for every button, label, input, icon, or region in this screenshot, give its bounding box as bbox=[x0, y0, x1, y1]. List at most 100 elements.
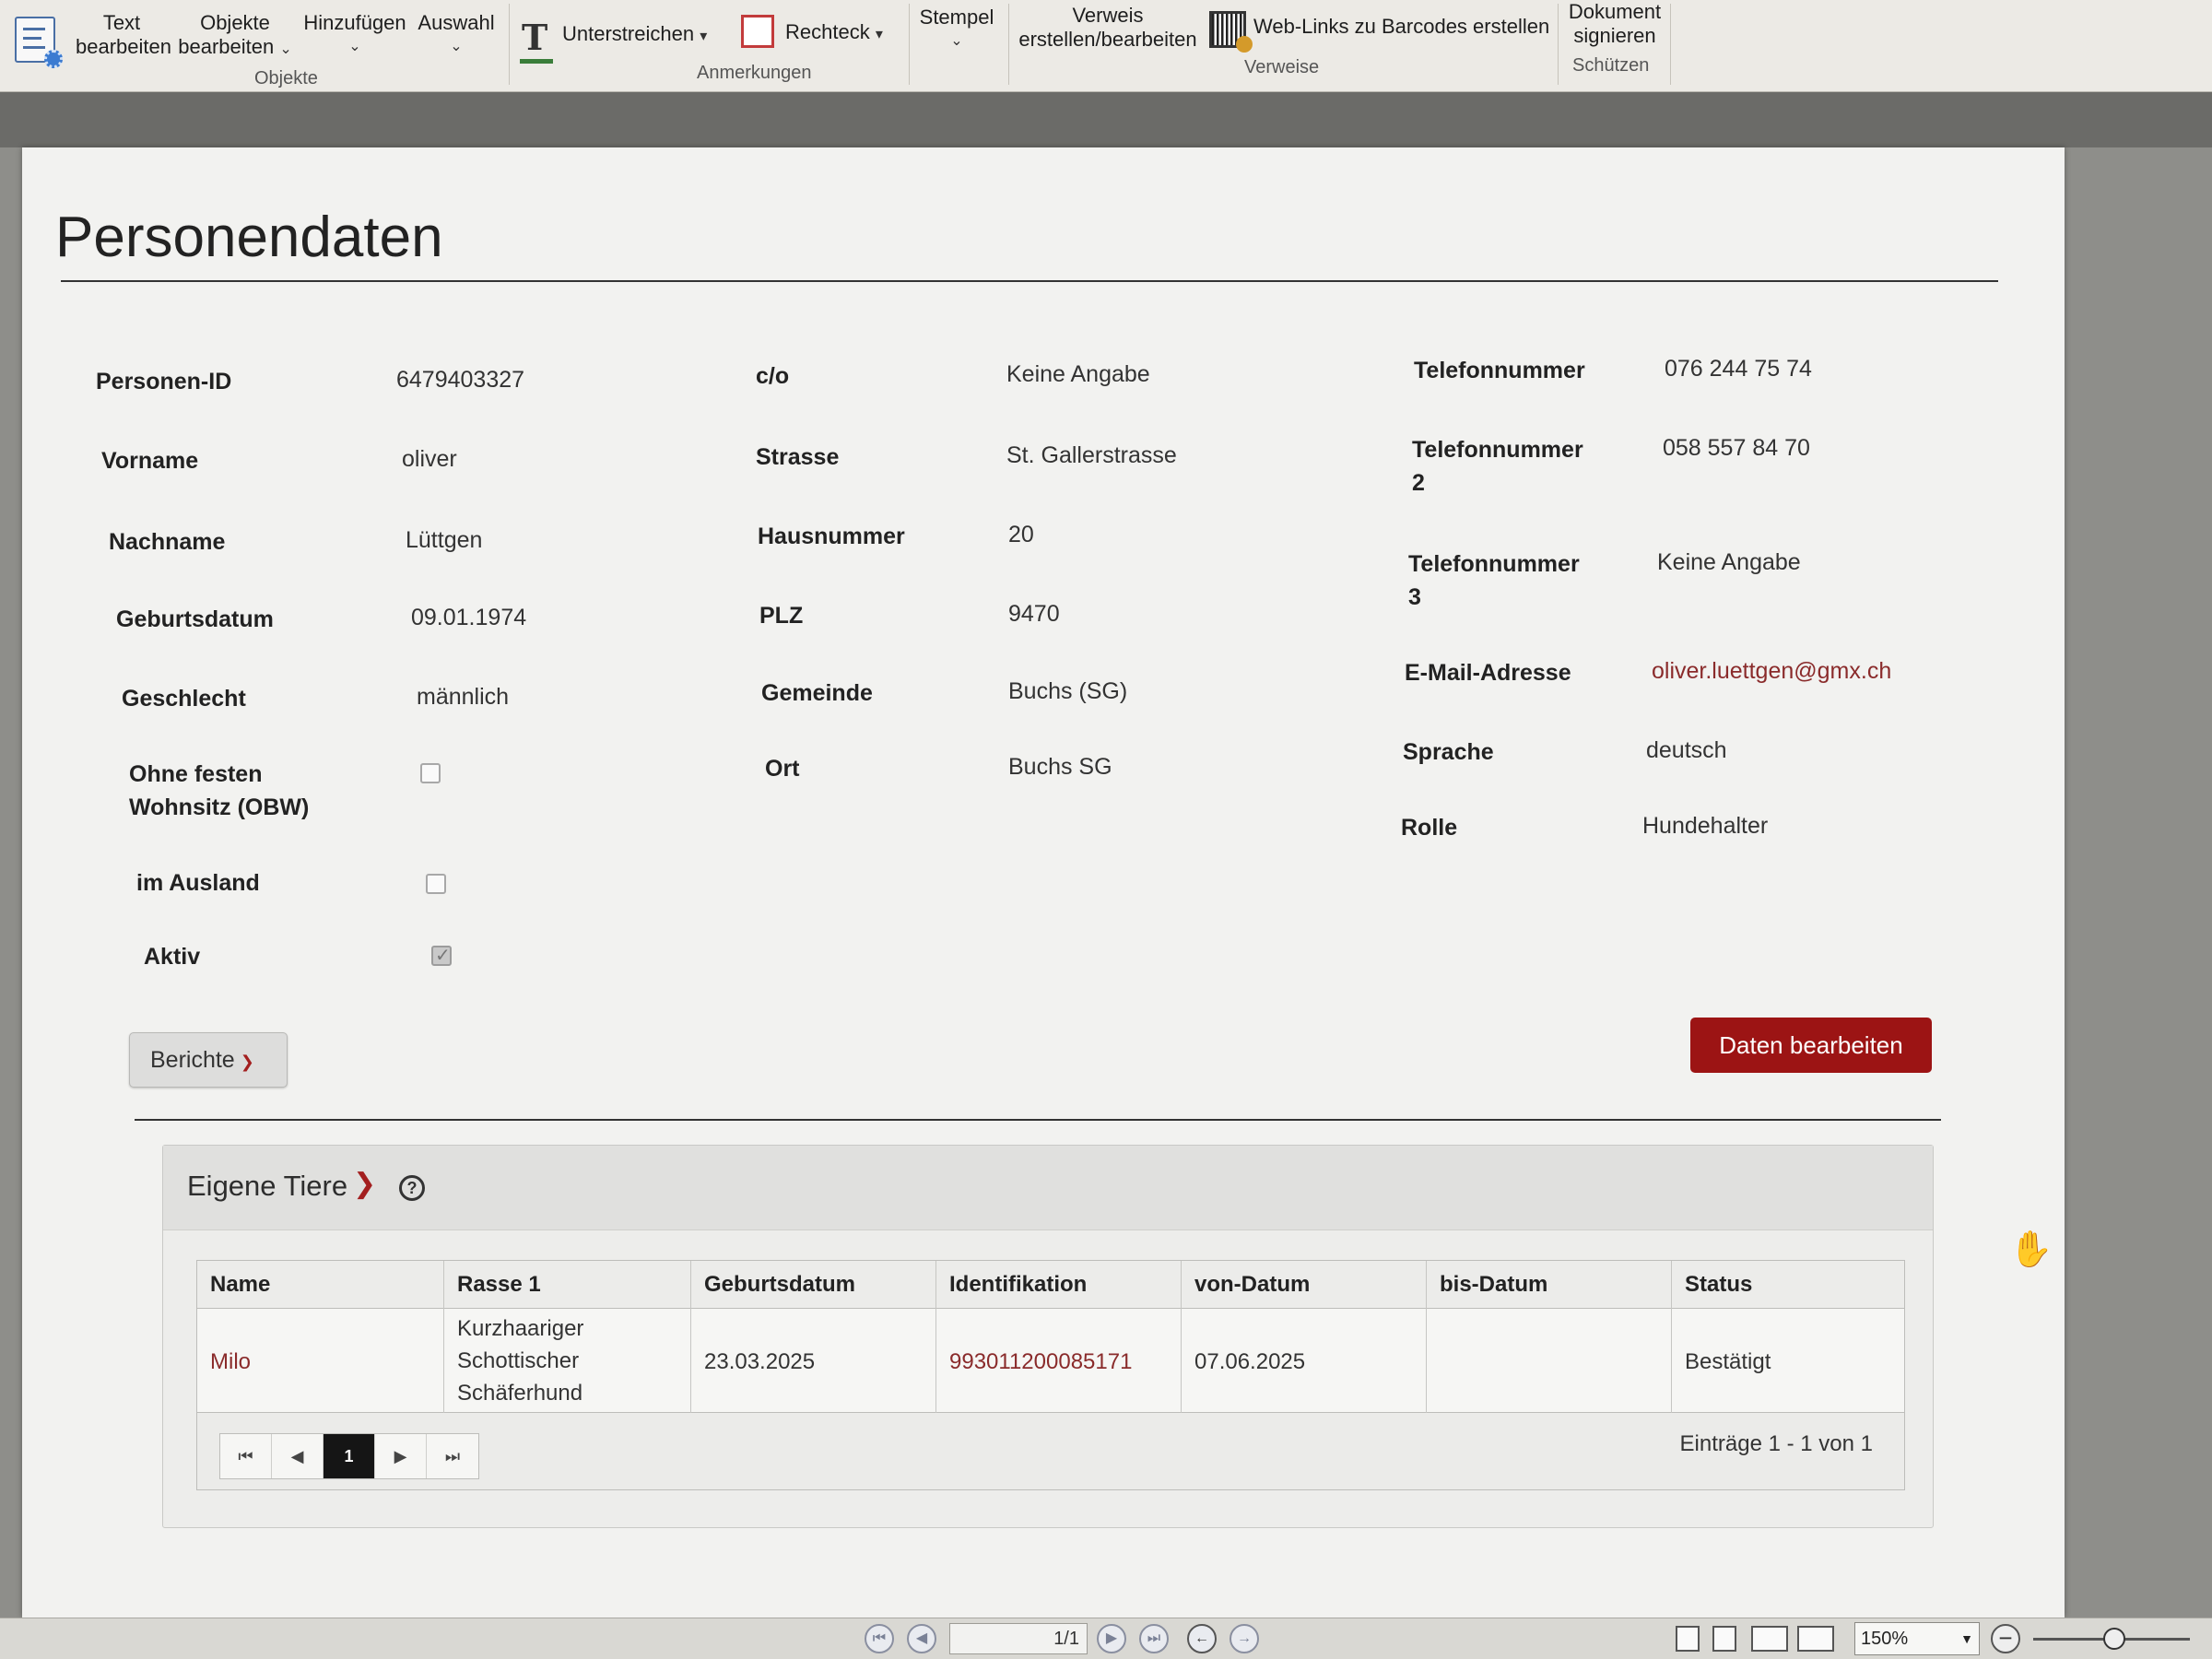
select-dropdown[interactable]: Auswahl ⌄ bbox=[415, 11, 498, 59]
continuous-view-icon[interactable] bbox=[1712, 1626, 1736, 1652]
chevron-down-icon: ⌄ bbox=[279, 41, 292, 57]
value-gender: männlich bbox=[417, 684, 510, 710]
label-no-fixed-address-line2: Wohnsitz (OBW) bbox=[129, 794, 310, 820]
label-phone-1: Telefonnummer bbox=[1414, 358, 1585, 383]
back-arrow-icon[interactable]: ← bbox=[1187, 1624, 1217, 1653]
stamp-dropdown[interactable]: Stempel ⌄ bbox=[918, 6, 995, 53]
text-edit-label-2: bearbeiten bbox=[76, 35, 171, 58]
column-header-from-date[interactable]: von-Datum bbox=[1182, 1261, 1427, 1309]
sign-document-button[interactable]: Dokument signieren bbox=[1563, 0, 1666, 48]
prev-page-nav-icon[interactable]: ◀ bbox=[907, 1624, 936, 1653]
zoom-value: 150% bbox=[1861, 1629, 1909, 1649]
dropdown-corner-icon: ▾ bbox=[700, 29, 708, 44]
stamp-label: Stempel bbox=[919, 6, 994, 29]
label-city: Ort bbox=[765, 756, 800, 782]
cell-from-date: 07.06.2025 bbox=[1182, 1309, 1427, 1414]
cell-breed-line2: Schottischer bbox=[457, 1348, 580, 1373]
two-page-view-icon[interactable] bbox=[1751, 1626, 1788, 1652]
label-municipality: Gemeinde bbox=[761, 680, 873, 706]
reports-dropdown-button[interactable]: Berichte ❯ bbox=[129, 1032, 288, 1088]
rectangle-icon[interactable] bbox=[741, 15, 774, 48]
first-page-icon[interactable]: ⏮ bbox=[220, 1434, 272, 1478]
previous-page-icon[interactable]: ◀ bbox=[272, 1434, 324, 1478]
last-page-icon[interactable]: ⏭ bbox=[427, 1434, 478, 1478]
value-phone-1: 076 244 75 74 bbox=[1665, 356, 1812, 382]
label-phone-3: Telefonnummer 3 bbox=[1408, 547, 1580, 614]
link-create-button[interactable]: Verweis erstellen/bearbeiten bbox=[1014, 4, 1202, 52]
cell-animal-name-link[interactable]: Milo bbox=[197, 1309, 444, 1414]
chevron-right-icon[interactable]: ❯ bbox=[353, 1168, 376, 1200]
rectangle-label: Rechteck bbox=[785, 20, 870, 43]
value-city: Buchs SG bbox=[1008, 754, 1112, 780]
forward-arrow-icon[interactable]: → bbox=[1230, 1624, 1259, 1653]
underline-button[interactable]: Unterstreichen ▾ bbox=[562, 22, 707, 49]
value-phone-3: Keine Angabe bbox=[1657, 549, 1801, 575]
current-page-button[interactable]: 1 bbox=[324, 1434, 375, 1478]
add-dropdown[interactable]: Hinzufügen ⌄ bbox=[299, 11, 411, 59]
chevron-down-icon: ⌄ bbox=[450, 39, 463, 54]
cell-identification-link[interactable]: 993011200085171 bbox=[936, 1309, 1182, 1414]
page-number-field[interactable]: 1/1 bbox=[949, 1623, 1088, 1654]
label-first-name: Vorname bbox=[101, 448, 199, 474]
label-phone-2-line1: Telefonnummer bbox=[1412, 437, 1583, 463]
chevron-down-icon: ⌄ bbox=[950, 33, 963, 49]
label-phone-2: Telefonnummer 2 bbox=[1412, 433, 1583, 500]
next-page-nav-icon[interactable]: ▶ bbox=[1097, 1624, 1126, 1653]
label-no-fixed-address: Ohne festen Wohnsitz (OBW) bbox=[129, 758, 309, 824]
panel-title: Eigene Tiere bbox=[187, 1170, 348, 1202]
ribbon-separator bbox=[1558, 4, 1559, 85]
value-municipality: Buchs (SG) bbox=[1008, 678, 1128, 704]
column-header-name[interactable]: Name bbox=[197, 1261, 444, 1309]
underline-text-icon[interactable]: T bbox=[519, 17, 554, 64]
abroad-checkbox[interactable] bbox=[426, 874, 446, 894]
cell-breed: Kurzhaariger Schottischer Schäferhund bbox=[444, 1309, 691, 1414]
column-header-status[interactable]: Status bbox=[1672, 1261, 1904, 1309]
pager-info: Einträge 1 - 1 von 1 bbox=[1679, 1431, 1873, 1456]
table-pager: ⏮ ◀ 1 ▶ ⏭ Einträge 1 - 1 von 1 bbox=[196, 1413, 1905, 1490]
column-header-identification[interactable]: Identifikation bbox=[936, 1261, 1182, 1309]
value-first-name: oliver bbox=[402, 446, 457, 472]
help-icon[interactable]: ? bbox=[399, 1175, 425, 1201]
zoom-slider-handle[interactable] bbox=[2103, 1628, 2125, 1650]
page-title: Personendaten bbox=[55, 206, 443, 269]
title-divider bbox=[61, 280, 1998, 282]
table-header-row: Name Rasse 1 Geburtsdatum Identifikation… bbox=[197, 1261, 1904, 1309]
underline-label: Unterstreichen bbox=[562, 22, 695, 45]
hand-cursor-icon: ✋ bbox=[2009, 1230, 2053, 1269]
section-divider bbox=[135, 1119, 1941, 1121]
column-header-to-date[interactable]: bis-Datum bbox=[1427, 1261, 1672, 1309]
qr-barcode-icon[interactable] bbox=[1209, 11, 1253, 53]
weblinks-barcodes-button[interactable]: Web-Links zu Barcodes erstellen bbox=[1253, 15, 1549, 39]
column-header-birthdate[interactable]: Geburtsdatum bbox=[691, 1261, 936, 1309]
own-animals-panel: Eigene Tiere ❯ ? Name Rasse 1 Geburtsdat… bbox=[162, 1145, 1934, 1528]
objects-edit-button[interactable]: Objekte bearbeiten ⌄ bbox=[175, 11, 295, 62]
ribbon-separator bbox=[1008, 4, 1009, 85]
viewer-background-band bbox=[0, 92, 2212, 147]
two-page-continuous-view-icon[interactable] bbox=[1797, 1626, 1834, 1652]
edit-document-icon[interactable] bbox=[15, 17, 63, 68]
text-edit-button[interactable]: Text bearbeiten bbox=[76, 11, 171, 59]
single-page-view-icon[interactable] bbox=[1676, 1626, 1700, 1652]
animals-table: Name Rasse 1 Geburtsdatum Identifikation… bbox=[196, 1260, 1905, 1414]
column-header-breed[interactable]: Rasse 1 bbox=[444, 1261, 691, 1309]
first-page-nav-icon[interactable]: ⏮ bbox=[865, 1624, 894, 1653]
value-care-of: Keine Angabe bbox=[1006, 361, 1150, 387]
zoom-out-icon[interactable]: − bbox=[1991, 1624, 2020, 1653]
label-no-fixed-address-line1: Ohne festen bbox=[129, 761, 263, 787]
cell-breed-line3: Schäferhund bbox=[457, 1381, 583, 1406]
active-checkbox[interactable] bbox=[431, 944, 452, 967]
next-page-icon[interactable]: ▶ bbox=[375, 1434, 427, 1478]
zoom-select[interactable]: 150% ▼ bbox=[1854, 1622, 1980, 1655]
edit-data-button[interactable]: Daten bearbeiten bbox=[1690, 1018, 1932, 1073]
value-birthdate: 09.01.1974 bbox=[411, 605, 527, 630]
no-fixed-address-checkbox[interactable] bbox=[420, 763, 441, 783]
link-create-label-1: Verweis bbox=[1072, 4, 1144, 27]
ribbon-separator bbox=[909, 4, 910, 85]
value-phone-2: 058 557 84 70 bbox=[1663, 435, 1810, 461]
sign-label-1: Dokument bbox=[1568, 0, 1662, 23]
last-page-nav-icon[interactable]: ⏭ bbox=[1139, 1624, 1169, 1653]
ribbon-separator bbox=[1670, 4, 1671, 85]
value-email-link[interactable]: oliver.luettgen@gmx.ch bbox=[1652, 654, 1891, 688]
rectangle-button[interactable]: Rechteck ▾ bbox=[785, 20, 883, 47]
panel-header: Eigene Tiere ❯ ? bbox=[163, 1146, 1933, 1230]
